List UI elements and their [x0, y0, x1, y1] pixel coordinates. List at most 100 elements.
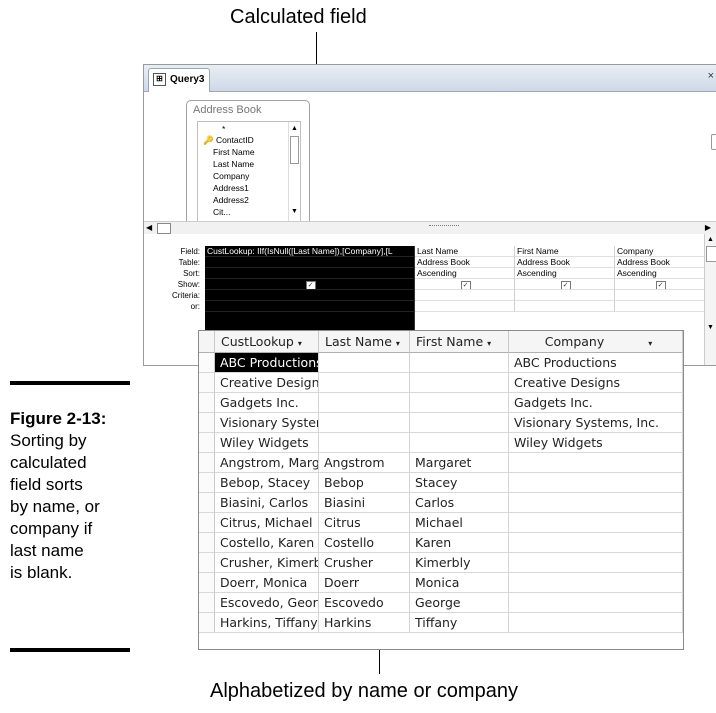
- table-cell[interactable]: [319, 393, 410, 413]
- scroll-thumb[interactable]: [706, 246, 716, 262]
- field-list-item[interactable]: Company: [213, 171, 249, 181]
- table-cell[interactable]: Costello, Karen: [215, 533, 319, 553]
- record-selector[interactable]: [199, 413, 215, 433]
- table-cell[interactable]: Stacey: [410, 473, 509, 493]
- horizontal-scrollbar[interactable]: ◀ ▶: [144, 221, 716, 235]
- grid-sort-cell[interactable]: [205, 268, 415, 279]
- field-list-item[interactable]: Address2: [213, 195, 249, 205]
- table-cell[interactable]: Biasini: [319, 493, 410, 513]
- grid-table-cell[interactable]: Address Book: [615, 257, 705, 268]
- table-cell[interactable]: Harkins, Tiffany: [215, 613, 319, 633]
- table-cell[interactable]: ABC Productions: [509, 353, 683, 373]
- grid-or-cell[interactable]: [205, 301, 415, 312]
- table-cell[interactable]: [319, 373, 410, 393]
- table-cell[interactable]: Citrus, Michael: [215, 513, 319, 533]
- field-list-item[interactable]: 🔑 ContactID: [203, 135, 254, 146]
- table-cell[interactable]: Tiffany: [410, 613, 509, 633]
- grid-show-cell[interactable]: ✓: [415, 279, 515, 290]
- grid-field-cell[interactable]: First Name: [515, 246, 615, 257]
- table-cell[interactable]: [509, 613, 683, 633]
- grid-field-cell[interactable]: Company: [615, 246, 705, 257]
- show-checkbox[interactable]: ✓: [655, 281, 666, 289]
- column-header-last-name[interactable]: Last Name ▾: [319, 331, 410, 353]
- table-cell[interactable]: Monica: [410, 573, 509, 593]
- record-selector[interactable]: [199, 473, 215, 493]
- table-cell[interactable]: Doerr, Monica: [215, 573, 319, 593]
- table-cell[interactable]: Biasini, Carlos: [215, 493, 319, 513]
- column-header-custlookup[interactable]: CustLookup ▾: [215, 331, 319, 353]
- table-cell[interactable]: [509, 573, 683, 593]
- field-list-item[interactable]: Address1: [213, 183, 249, 193]
- grid-vertical-scrollbar[interactable]: ▲ ▼: [704, 234, 716, 365]
- grid-show-cell[interactable]: ✓: [615, 279, 705, 290]
- grid-sort-cell[interactable]: Ascending: [415, 268, 515, 279]
- record-selector[interactable]: [199, 513, 215, 533]
- show-checkbox[interactable]: ✓: [305, 281, 316, 289]
- field-list-item[interactable]: Last Name: [213, 159, 254, 169]
- table-cell[interactable]: [509, 553, 683, 573]
- record-selector[interactable]: [199, 553, 215, 573]
- table-cell[interactable]: Bebop, Stacey: [215, 473, 319, 493]
- table-cell[interactable]: Doerr: [319, 573, 410, 593]
- scroll-right-icon[interactable]: ▶: [705, 223, 711, 232]
- table-cell[interactable]: Crusher, Kimerbly: [215, 553, 319, 573]
- scroll-left-icon[interactable]: ◀: [146, 223, 152, 232]
- record-selector[interactable]: [199, 453, 215, 473]
- hscroll-thumb[interactable]: [157, 223, 171, 234]
- grid-or-cell[interactable]: [615, 301, 705, 312]
- table-cell[interactable]: [319, 433, 410, 453]
- grid-sort-cell[interactable]: Ascending: [515, 268, 615, 279]
- field-list-item[interactable]: Cit...: [213, 207, 230, 217]
- table-cell[interactable]: Karen: [410, 533, 509, 553]
- record-selector[interactable]: [199, 393, 215, 413]
- scroll-thumb[interactable]: [290, 136, 299, 164]
- table-cell[interactable]: ABC Productions: [215, 353, 319, 373]
- grid-criteria-cell[interactable]: [515, 290, 615, 301]
- table-cell[interactable]: [410, 433, 509, 453]
- grid-field-cell[interactable]: CustLookup: IIf(IsNull([Last Name]),[Com…: [205, 246, 415, 257]
- table-cell[interactable]: Citrus: [319, 513, 410, 533]
- table-cell[interactable]: Bebop: [319, 473, 410, 493]
- table-cell[interactable]: Creative Designs: [509, 373, 683, 393]
- table-cell[interactable]: Visionary Systems, Inc.: [509, 413, 683, 433]
- table-cell[interactable]: Wiley Widgets: [215, 433, 319, 453]
- table-cell[interactable]: Harkins: [319, 613, 410, 633]
- table-cell[interactable]: Wiley Widgets: [509, 433, 683, 453]
- table-cell[interactable]: [410, 393, 509, 413]
- scroll-up-icon[interactable]: ▲: [291, 125, 298, 132]
- table-cell[interactable]: George: [410, 593, 509, 613]
- table-cell[interactable]: [509, 473, 683, 493]
- table-cell[interactable]: [509, 513, 683, 533]
- table-cell[interactable]: Costello: [319, 533, 410, 553]
- table-cell[interactable]: Margaret: [410, 453, 509, 473]
- table-cell[interactable]: Michael: [410, 513, 509, 533]
- grid-field-cell[interactable]: Last Name: [415, 246, 515, 257]
- record-selector[interactable]: [199, 433, 215, 453]
- table-cell[interactable]: [319, 413, 410, 433]
- scroll-down-icon[interactable]: ▼: [291, 208, 298, 215]
- field-list-item[interactable]: First Name: [213, 147, 255, 157]
- chevron-down-icon[interactable]: ▾: [396, 339, 400, 348]
- table-cell[interactable]: [509, 453, 683, 473]
- table-cell[interactable]: Carlos: [410, 493, 509, 513]
- show-checkbox[interactable]: ✓: [560, 281, 571, 289]
- show-checkbox[interactable]: ✓: [460, 281, 471, 289]
- table-cell[interactable]: Angstrom, Margaret: [215, 453, 319, 473]
- field-list-scrollbar[interactable]: ▲ ▼: [288, 122, 300, 221]
- table-cell[interactable]: Angstrom: [319, 453, 410, 473]
- table-cell[interactable]: [410, 373, 509, 393]
- select-all-corner[interactable]: [199, 331, 215, 353]
- scroll-up-icon[interactable]: ▲: [707, 236, 714, 243]
- table-cell[interactable]: [509, 593, 683, 613]
- record-selector[interactable]: [199, 353, 215, 373]
- record-selector[interactable]: [199, 573, 215, 593]
- table-cell[interactable]: Gadgets Inc.: [509, 393, 683, 413]
- table-cell[interactable]: Gadgets Inc.: [215, 393, 319, 413]
- grid-table-cell[interactable]: Address Book: [515, 257, 615, 268]
- grid-criteria-cell[interactable]: [205, 290, 415, 301]
- grid-or-cell[interactable]: [415, 301, 515, 312]
- table-cell[interactable]: Creative Designs: [215, 373, 319, 393]
- table-cell[interactable]: Kimerbly: [410, 553, 509, 573]
- record-selector[interactable]: [199, 493, 215, 513]
- grid-criteria-cell[interactable]: [415, 290, 515, 301]
